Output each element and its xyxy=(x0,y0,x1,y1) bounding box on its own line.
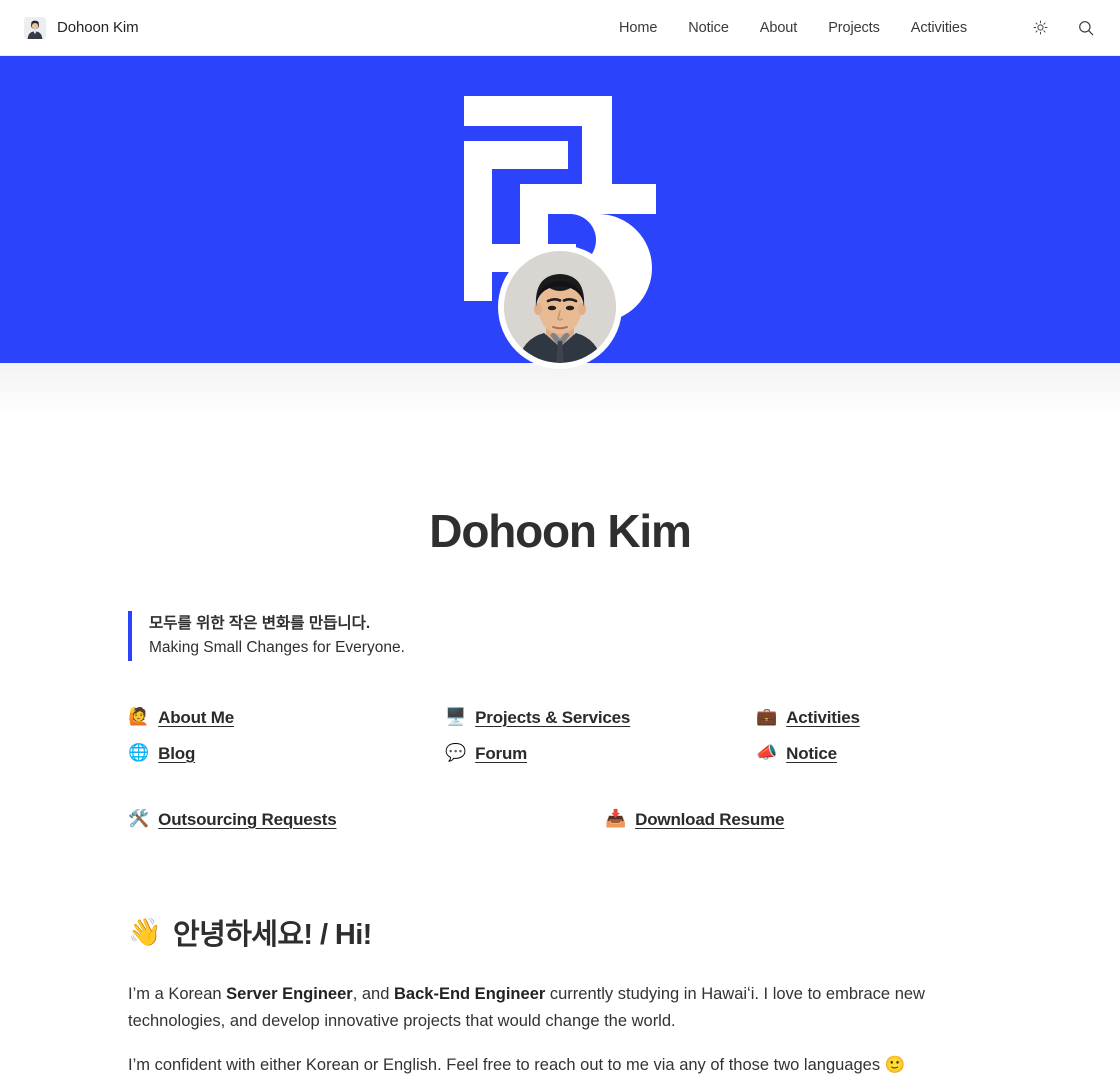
link-label: Blog xyxy=(158,743,196,763)
brand-avatar-icon xyxy=(24,16,46,39)
tagline-english: Making Small Changes for Everyone. xyxy=(149,638,405,656)
inbox-tray-icon: 📥 xyxy=(605,809,627,830)
link-about-me[interactable]: 🙋 About Me xyxy=(128,705,234,731)
avatar xyxy=(498,245,622,369)
link-label: Projects & Services xyxy=(475,707,631,727)
desktop-computer-icon: 🖥️ xyxy=(445,707,467,728)
main-nav: Home Notice About Projects Activities xyxy=(619,18,1096,38)
link-projects-services[interactable]: 🖥️ Projects & Services xyxy=(445,705,630,731)
link-label: Outsourcing Requests xyxy=(158,809,337,829)
banner-fade-gradient xyxy=(0,363,1120,419)
link-label: About Me xyxy=(158,707,235,727)
profile-portrait-photo xyxy=(504,251,616,363)
intro-text-2: , and xyxy=(352,984,394,1003)
intro-heading: 👋 안녕하세요! / Hi! xyxy=(128,911,992,953)
nav-item-notice[interactable]: Notice xyxy=(688,20,729,36)
site-header: Dohoon Kim Home Notice About Projects Ac… xyxy=(0,0,1120,56)
link-notice[interactable]: 📣 Notice xyxy=(756,741,837,767)
link-outsourcing-requests[interactable]: 🛠️ Outsourcing Requests xyxy=(128,807,337,833)
hammer-and-wrench-icon: 🛠️ xyxy=(128,809,150,830)
tagline-blockquote: 모두를 위한 작은 변화를 만듭니다. Making Small Changes… xyxy=(128,610,992,661)
nav-item-projects[interactable]: Projects xyxy=(828,20,880,36)
link-label: Forum xyxy=(475,743,528,763)
tagline-korean: 모두를 위한 작은 변화를 만듭니다. xyxy=(149,614,371,632)
header-icon-group xyxy=(1030,18,1096,38)
intro-paragraph-1: I’m a Korean Server Engineer, and Back-E… xyxy=(128,981,992,1035)
intro-text-1: I’m a Korean xyxy=(128,984,227,1003)
intro-bold-1: Server Engineer xyxy=(226,984,353,1003)
link-label: Activities xyxy=(786,707,860,727)
megaphone-icon: 📣 xyxy=(756,743,778,764)
waving-hand-icon: 👋 xyxy=(128,916,162,948)
briefcase-icon: 💼 xyxy=(756,707,778,728)
page-title: Dohoon Kim xyxy=(429,505,692,557)
main-content: Dohoon Kim 모두를 위한 작은 변화를 만듭니다. Making Sm… xyxy=(0,506,1120,1079)
search-icon[interactable] xyxy=(1076,18,1096,38)
link-label: Download Resume xyxy=(635,809,785,829)
link-download-resume[interactable]: 📥 Download Resume xyxy=(605,807,784,833)
sun-icon[interactable] xyxy=(1030,18,1050,38)
nav-item-about[interactable]: About xyxy=(760,20,798,36)
brand-home-link[interactable]: Dohoon Kim xyxy=(24,16,139,39)
brand-name: Dohoon Kim xyxy=(57,19,139,36)
person-raising-hand-icon: 🙋 xyxy=(128,707,150,728)
link-blog[interactable]: 🌐 Blog xyxy=(128,741,195,767)
secondary-links-row: 🛠️ Outsourcing Requests 📥 Download Resum… xyxy=(128,807,992,833)
intro-bold-2: Back-End Engineer xyxy=(394,984,546,1003)
intro-heading-text: 안녕하세요! / Hi! xyxy=(173,918,372,951)
nav-item-activities[interactable]: Activities xyxy=(911,20,967,36)
intro-paragraph-2: I’m confident with either Korean or Engl… xyxy=(128,1055,906,1074)
globe-icon: 🌐 xyxy=(128,743,150,764)
speech-balloon-icon: 💬 xyxy=(445,743,467,764)
nav-item-home[interactable]: Home xyxy=(619,20,657,36)
link-activities[interactable]: 💼 Activities xyxy=(756,705,860,731)
quick-links-grid: 🙋 About Me 🖥️ Projects & Services 💼 Acti… xyxy=(128,705,992,767)
link-label: Notice xyxy=(786,743,837,763)
link-forum[interactable]: 💬 Forum xyxy=(445,741,527,767)
